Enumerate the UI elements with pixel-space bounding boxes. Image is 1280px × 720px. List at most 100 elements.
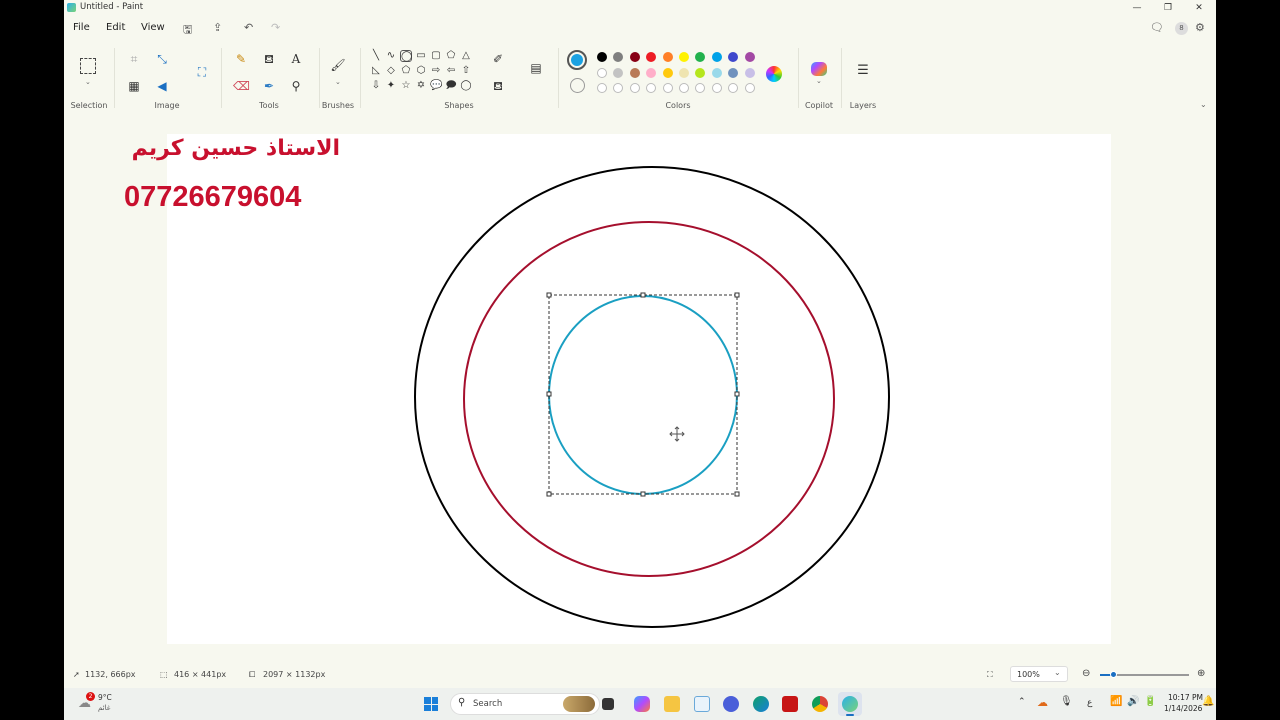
layers-icon[interactable]: ☰ xyxy=(855,64,871,78)
callout-cloud-shape-icon[interactable]: ◯ xyxy=(460,80,472,92)
color-swatch[interactable] xyxy=(629,83,640,93)
account-avatar[interactable]: 8 xyxy=(1175,22,1188,35)
color-swatch[interactable] xyxy=(646,83,657,93)
color-swatch[interactable] xyxy=(711,83,722,93)
color-swatch[interactable] xyxy=(679,52,689,62)
minimize-icon[interactable]: — xyxy=(1126,1,1148,15)
edit-colors-icon[interactable] xyxy=(766,66,782,82)
color-swatch[interactable] xyxy=(711,68,722,78)
paint-taskbar-button[interactable] xyxy=(838,692,862,716)
primary-color-swatch[interactable] xyxy=(567,50,587,70)
star4-shape-icon[interactable]: ✦ xyxy=(385,80,397,92)
clock-time[interactable]: 10:17 PM xyxy=(1168,693,1203,702)
notifications-icon[interactable]: 🔔 xyxy=(1202,696,1214,707)
color-swatch[interactable] xyxy=(613,83,624,93)
collapse-ribbon-icon[interactable]: ⌄ xyxy=(1200,100,1207,109)
brush-icon[interactable]: 🖌 xyxy=(330,58,346,72)
shape-options-icon[interactable]: ▤ xyxy=(528,61,544,75)
secondary-color-swatch[interactable] xyxy=(570,78,585,93)
battery-icon[interactable]: 🔋 xyxy=(1144,696,1156,707)
callout-rect-shape-icon[interactable]: 💬 xyxy=(430,80,442,92)
microphone-icon[interactable]: 🎙 xyxy=(1060,696,1073,707)
color-swatch[interactable] xyxy=(728,83,739,93)
color-swatch[interactable] xyxy=(744,83,755,93)
fill-bucket-icon[interactable]: ⛾ xyxy=(261,52,277,66)
zoom-slider[interactable] xyxy=(1100,671,1189,678)
clock-date[interactable]: 1/14/2026 xyxy=(1164,704,1202,713)
eraser-icon[interactable]: ⌫ xyxy=(233,79,250,93)
snipping-tool-icon[interactable] xyxy=(694,696,710,712)
rounded-rectangle-shape-icon[interactable]: ▢ xyxy=(430,50,442,62)
select-tool-button[interactable] xyxy=(80,58,96,74)
chevron-up-icon[interactable]: ⌃ xyxy=(1018,697,1026,707)
arrow-right-shape-icon[interactable]: ⇨ xyxy=(430,65,442,77)
color-swatch[interactable] xyxy=(695,52,706,62)
keyboard-language[interactable]: ع xyxy=(1087,698,1092,708)
curve-shape-icon[interactable]: ∿ xyxy=(385,50,397,62)
wifi-icon[interactable]: 📶 xyxy=(1110,696,1122,707)
arrow-up-shape-icon[interactable]: ⇧ xyxy=(460,65,472,77)
menu-file[interactable]: File xyxy=(73,22,90,33)
menu-view[interactable]: View xyxy=(141,22,165,33)
save-icon[interactable]: 🖫 xyxy=(183,21,192,40)
magnifier-icon[interactable]: ⚲ xyxy=(288,79,304,93)
arrow-down-shape-icon[interactable]: ⇩ xyxy=(370,80,382,92)
color-swatch[interactable] xyxy=(662,52,673,62)
color-swatch[interactable] xyxy=(695,68,706,78)
color-swatch[interactable] xyxy=(695,83,706,93)
share-icon[interactable]: ⇪ xyxy=(213,21,222,34)
color-swatch[interactable] xyxy=(629,68,640,78)
color-swatch[interactable] xyxy=(613,68,624,78)
drawing-canvas[interactable] xyxy=(167,134,1111,644)
chevron-down-icon[interactable]: ⌄ xyxy=(335,78,341,86)
flip-icon[interactable]: ◀ xyxy=(154,79,170,93)
color-picker-icon[interactable]: ✒ xyxy=(261,79,277,93)
zoom-select[interactable]: 100% ⌄ xyxy=(1010,666,1068,682)
edge-icon[interactable] xyxy=(753,696,769,712)
callout-oval-shape-icon[interactable]: 🗩 xyxy=(445,80,457,92)
color-swatch[interactable] xyxy=(711,52,722,62)
color-swatch[interactable] xyxy=(728,68,739,78)
color-swatch[interactable] xyxy=(613,52,624,62)
menu-edit[interactable]: Edit xyxy=(106,22,125,33)
undo-icon[interactable]: ↶ xyxy=(244,21,253,34)
star5-shape-icon[interactable]: ☆ xyxy=(400,80,412,92)
color-swatch[interactable] xyxy=(646,52,657,62)
rectangle-shape-icon[interactable]: ▭ xyxy=(415,50,427,62)
chrome-icon[interactable] xyxy=(812,696,828,712)
crop-icon[interactable]: ⌗ xyxy=(126,52,142,66)
start-button[interactable] xyxy=(424,697,438,711)
color-swatch[interactable] xyxy=(679,83,689,93)
color-swatch[interactable] xyxy=(744,52,755,62)
oval-shape-icon[interactable]: ◯ xyxy=(400,50,412,62)
pentagon-shape-icon[interactable]: ⬠ xyxy=(400,65,412,77)
close-icon[interactable]: ✕ xyxy=(1188,1,1210,15)
app-hex-icon[interactable] xyxy=(723,696,739,712)
diamond-shape-icon[interactable]: ◇ xyxy=(385,65,397,77)
restore-icon[interactable]: ❐ xyxy=(1157,1,1179,15)
arrow-left-shape-icon[interactable]: ⇦ xyxy=(445,65,457,77)
color-swatch[interactable] xyxy=(662,83,673,93)
text-tool-icon[interactable]: A xyxy=(288,52,304,66)
zoom-out-icon[interactable]: ⊖ xyxy=(1082,668,1090,679)
triangle-shape-icon[interactable]: △ xyxy=(460,50,472,62)
pdf-reader-icon[interactable] xyxy=(782,696,798,712)
outline-icon[interactable]: ✐ xyxy=(490,52,506,66)
zoom-in-icon[interactable]: ⊕ xyxy=(1197,668,1205,679)
zoom-slider-thumb[interactable] xyxy=(1110,671,1117,678)
color-swatch[interactable] xyxy=(744,68,755,78)
right-triangle-shape-icon[interactable]: ◺ xyxy=(370,65,382,77)
pencil-icon[interactable]: ✎ xyxy=(233,52,249,66)
color-swatch[interactable] xyxy=(597,68,607,78)
chevron-down-icon[interactable]: ⌄ xyxy=(85,78,91,86)
redo-icon[interactable]: ↷ xyxy=(271,21,280,34)
color-swatch[interactable] xyxy=(646,68,657,78)
rotate-icon[interactable]: ▦ xyxy=(126,79,142,93)
color-swatch[interactable] xyxy=(679,68,689,78)
copilot-icon[interactable] xyxy=(811,62,827,76)
color-swatch[interactable] xyxy=(597,83,607,93)
file-explorer-icon[interactable] xyxy=(664,696,680,712)
star6-shape-icon[interactable]: ✡ xyxy=(415,80,427,92)
fill-icon[interactable]: ⛾ xyxy=(490,79,506,93)
copilot-taskbar-icon[interactable] xyxy=(634,696,650,712)
